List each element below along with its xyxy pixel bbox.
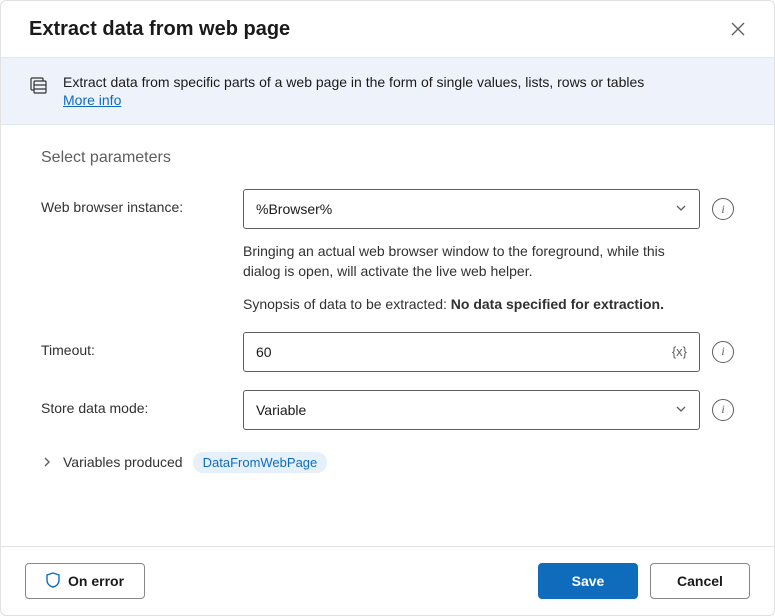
expand-caret[interactable] bbox=[41, 456, 53, 468]
browser-value: %Browser% bbox=[256, 201, 332, 217]
variables-produced-label: Variables produced bbox=[63, 454, 183, 470]
table-icon bbox=[29, 76, 49, 99]
browser-helper: Bringing an actual web browser window to… bbox=[41, 241, 734, 314]
dialog: Extract data from web page Extract data … bbox=[0, 0, 775, 616]
timeout-value: 60 bbox=[256, 344, 272, 360]
dialog-header: Extract data from web page bbox=[1, 1, 774, 57]
close-icon bbox=[730, 21, 746, 37]
field-store-mode: Store data mode: Variable i bbox=[41, 390, 734, 430]
banner-description: Extract data from specific parts of a we… bbox=[63, 74, 644, 90]
dialog-title: Extract data from web page bbox=[29, 18, 290, 41]
variable-token-icon[interactable]: {x} bbox=[672, 344, 687, 359]
on-error-label: On error bbox=[68, 573, 124, 589]
close-button[interactable] bbox=[726, 17, 750, 41]
cancel-button[interactable]: Cancel bbox=[650, 563, 750, 599]
browser-synopsis: Synopsis of data to be extracted: No dat… bbox=[243, 294, 688, 314]
chevron-down-icon bbox=[675, 402, 687, 418]
store-mode-dropdown[interactable]: Variable bbox=[243, 390, 700, 430]
browser-helper-line1: Bringing an actual web browser window to… bbox=[243, 241, 688, 282]
info-banner: Extract data from specific parts of a we… bbox=[1, 57, 774, 125]
section-heading: Select parameters bbox=[41, 149, 734, 167]
field-browser: Web browser instance: %Browser% i bbox=[41, 189, 734, 229]
variable-chip[interactable]: DataFromWebPage bbox=[193, 452, 328, 473]
chevron-down-icon bbox=[675, 201, 687, 217]
more-info-link[interactable]: More info bbox=[63, 92, 121, 108]
store-mode-label: Store data mode: bbox=[41, 390, 231, 416]
browser-info-icon[interactable]: i bbox=[712, 198, 734, 220]
variables-produced-row: Variables produced DataFromWebPage bbox=[41, 452, 734, 473]
browser-dropdown[interactable]: %Browser% bbox=[243, 189, 700, 229]
shield-icon bbox=[46, 572, 60, 591]
save-label: Save bbox=[572, 573, 605, 589]
banner-text: Extract data from specific parts of a we… bbox=[63, 74, 746, 108]
timeout-info-icon[interactable]: i bbox=[712, 341, 734, 363]
timeout-label: Timeout: bbox=[41, 332, 231, 358]
field-timeout: Timeout: 60 {x} i bbox=[41, 332, 734, 372]
store-mode-info-icon[interactable]: i bbox=[712, 399, 734, 421]
timeout-input[interactable]: 60 {x} bbox=[243, 332, 700, 372]
footer-right: Save Cancel bbox=[538, 563, 750, 599]
store-mode-value: Variable bbox=[256, 402, 306, 418]
cancel-label: Cancel bbox=[677, 573, 723, 589]
browser-label: Web browser instance: bbox=[41, 189, 231, 215]
dialog-body: Select parameters Web browser instance: … bbox=[1, 125, 774, 546]
dialog-footer: On error Save Cancel bbox=[1, 546, 774, 615]
on-error-button[interactable]: On error bbox=[25, 563, 145, 599]
save-button[interactable]: Save bbox=[538, 563, 638, 599]
